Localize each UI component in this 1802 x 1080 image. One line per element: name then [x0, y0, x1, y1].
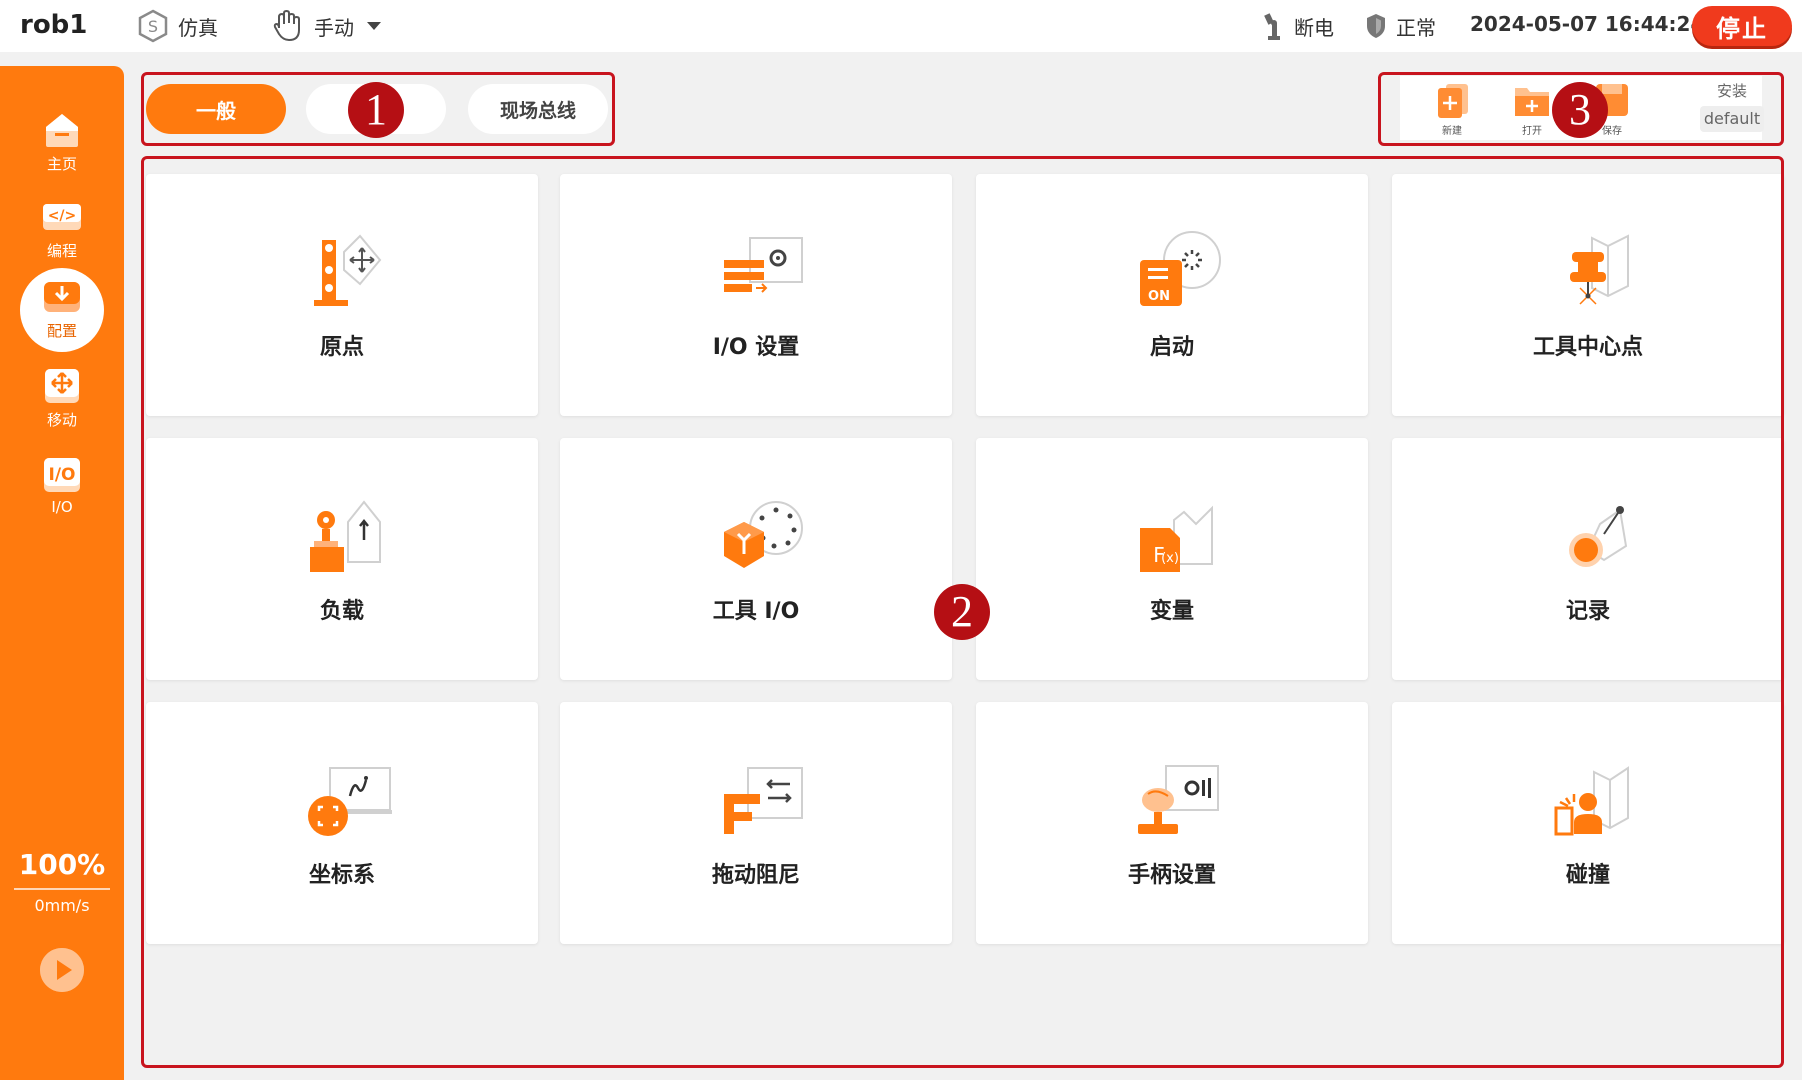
- play-icon: [40, 948, 84, 992]
- control-mode-label: 手动: [314, 15, 354, 40]
- annotation-number-1: 1: [348, 82, 404, 138]
- datetime: 2024-05-07 16:44:24: [1470, 12, 1705, 36]
- safety-status-label: 正常: [1396, 15, 1436, 40]
- power-status-label: 断电: [1294, 15, 1334, 40]
- stop-button[interactable]: 停止: [1692, 6, 1792, 46]
- safety-status: 正常: [1364, 8, 1436, 44]
- simulation-mode-label: 仿真: [178, 15, 218, 40]
- annotation-number-3: 3: [1552, 82, 1608, 138]
- sidebar-item-label: 编程: [46, 241, 77, 260]
- play-button[interactable]: [40, 948, 84, 992]
- io-icon: I/O: [44, 458, 80, 492]
- speed-percentage[interactable]: 100%: [0, 848, 124, 881]
- robot-name: rob1: [20, 10, 88, 40]
- shield-icon: [1367, 14, 1385, 38]
- sidebar-item-home[interactable]: 主页: [0, 100, 124, 184]
- sidebar-item-label: I/O: [51, 498, 73, 516]
- sidebar-item-label: 配置: [46, 321, 77, 340]
- svg-text:S: S: [148, 17, 158, 36]
- sidebar-item-label: 移动: [46, 410, 77, 429]
- annotation-number-2: 2: [934, 584, 990, 640]
- power-status: 断电: [1262, 8, 1334, 44]
- hand-icon: [273, 9, 300, 42]
- sidebar-item-config[interactable]: 配置: [0, 268, 124, 352]
- sidebar-item-programming[interactable]: </> 编程: [0, 188, 124, 272]
- sidebar: 主页 </> 编程 配置 移动 I/O I/O 100% 0mm/s: [0, 66, 124, 1080]
- control-mode-dropdown[interactable]: 手动: [270, 8, 392, 44]
- svg-text:</>: </>: [48, 208, 77, 224]
- code-icon: </>: [43, 203, 81, 230]
- home-icon: [46, 113, 78, 147]
- svg-text:I/O: I/O: [49, 465, 76, 485]
- simulation-icon: S: [138, 9, 168, 43]
- config-icon: [44, 281, 80, 312]
- sidebar-item-label: 主页: [46, 154, 77, 173]
- chevron-down-icon: [367, 22, 381, 30]
- robot-arm-icon: [1264, 13, 1280, 40]
- velocity-readout: 0mm/s: [34, 896, 90, 915]
- simulation-mode-indicator[interactable]: S 仿真: [136, 8, 218, 44]
- sidebar-item-move[interactable]: 移动: [0, 356, 124, 440]
- move-icon: [45, 368, 79, 403]
- top-bar: rob1 S 仿真 手动 断电 正常 2024-05-07 16:44:24 停…: [0, 0, 1802, 52]
- divider: [14, 888, 110, 890]
- sidebar-item-io[interactable]: I/O I/O: [0, 444, 124, 528]
